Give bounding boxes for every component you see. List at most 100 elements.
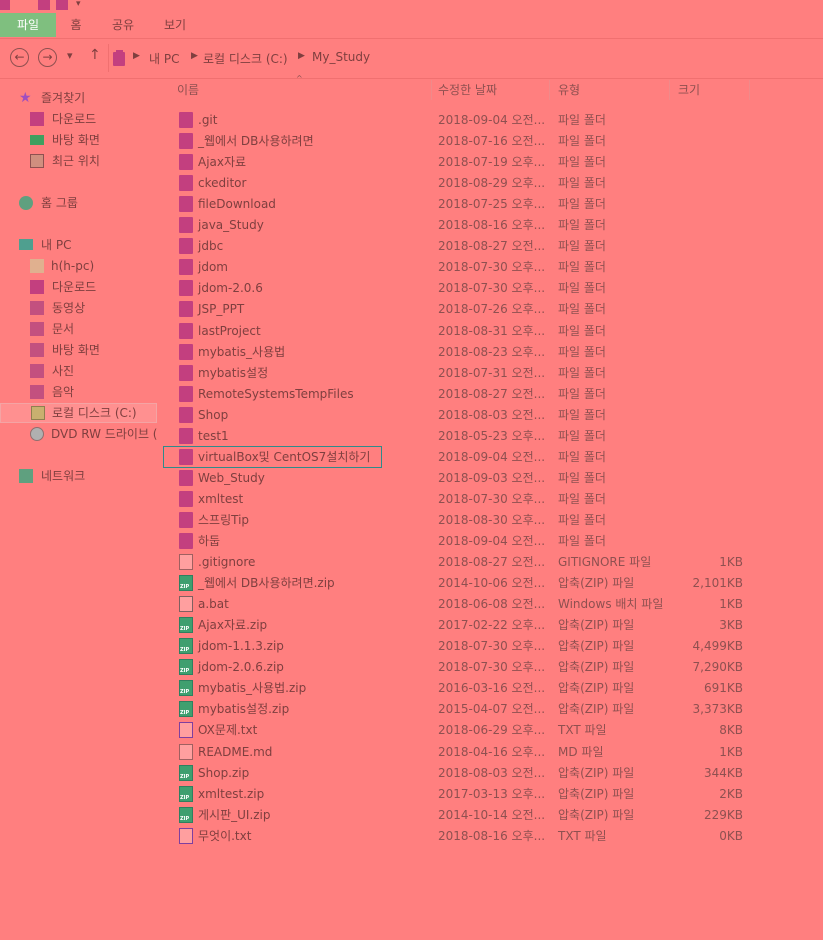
ribbon-tabs: 파일 홈 공유 보기 [0, 12, 823, 39]
folder-row[interactable]: Web_Study 2018-09-03 오전... 파일 폴더 [175, 468, 750, 488]
folder-row[interactable]: lastProject 2018-08-31 오후... 파일 폴더 [175, 321, 750, 341]
column-header-date[interactable]: 수정한 날짜 [436, 80, 550, 100]
file-name[interactable]: .gitignore [198, 552, 255, 572]
file-row[interactable]: _웹에서 DB사용하려면.zip 2014-10-06 오전... 압축(ZIP) … [175, 573, 750, 593]
tab-file[interactable]: 파일 [0, 13, 56, 37]
file-row[interactable]: jdom-2.0.6.zip 2018-07-30 오후... 압축(ZIP) 파일… [175, 657, 750, 677]
file-name[interactable]: jdom-1.1.3.zip [198, 636, 284, 656]
file-name[interactable]: mybatis설정 [198, 363, 268, 383]
folder-row[interactable]: test1 2018-05-23 오후... 파일 폴더 [175, 426, 750, 446]
file-name[interactable]: _웹에서 DB사용하려면.zip [198, 573, 335, 593]
folder-row[interactable]: jdom 2018-07-30 오후... 파일 폴더 [175, 257, 750, 277]
folder-row[interactable]: 하둡 2018-09-04 오전... 파일 폴더 [175, 531, 750, 551]
folder-row[interactable]: ckeditor 2018-08-29 오후... 파일 폴더 [175, 173, 750, 193]
file-name[interactable]: 스프링Tip [198, 510, 249, 530]
file-row[interactable]: 무엇이.txt 2018-08-16 오후... TXT 파일 0KB [175, 826, 750, 846]
file-name[interactable]: JSP_PPT [198, 299, 244, 319]
file-row[interactable]: README.md 2018-04-16 오후... MD 파일 1KB [175, 742, 750, 762]
zip-file-icon [179, 807, 193, 823]
breadcrumb-local-disk[interactable]: 로컬 디스크 (C:) [203, 50, 288, 67]
file-name[interactable]: RemoteSystemsTempFiles [198, 384, 354, 404]
new-folder-icon[interactable] [56, 0, 68, 10]
up-button[interactable]: ↑ [89, 47, 101, 63]
file-row[interactable]: OX문제.txt 2018-06-29 오후... TXT 파일 8KB [175, 720, 750, 740]
file-name[interactable]: _웹에서 DB사용하려면 [198, 131, 314, 151]
folder-row[interactable]: Shop 2018-08-03 오전... 파일 폴더 [175, 405, 750, 425]
file-row[interactable]: mybatis설정.zip 2015-04-07 오전... 압축(ZIP) 파일 3… [175, 699, 750, 719]
address-box[interactable]: ▶ 내 PC ▶ 로컬 디스크 (C:) ▶ My_Study [108, 44, 823, 72]
file-row[interactable]: Ajax자료.zip 2017-02-22 오후... 압축(ZIP) 파일 3KB [175, 615, 750, 635]
file-date: 2018-05-23 오후... [438, 429, 546, 443]
tab-share[interactable]: 공유 [104, 13, 142, 37]
file-name[interactable]: Shop [198, 405, 228, 425]
file-name[interactable]: virtualBox및 CentOS7설치하기 [198, 447, 370, 467]
folder-row[interactable]: jdom-2.0.6 2018-07-30 오후... 파일 폴더 [175, 278, 750, 298]
file-name[interactable]: README.md [198, 742, 272, 762]
file-name[interactable]: 게시판_UI.zip [198, 805, 271, 825]
file-name[interactable]: java_Study [198, 215, 264, 235]
chevron-right-icon[interactable]: ▶ [133, 51, 140, 61]
column-header-size[interactable]: 크기 [676, 80, 750, 100]
zip-file-icon [179, 638, 193, 654]
recent-locations-button[interactable]: ▾ [67, 49, 73, 62]
file-row[interactable]: a.bat 2018-06-08 오전... Windows 배치 파일 1KB [175, 594, 750, 614]
file-name[interactable]: jdom-2.0.6.zip [198, 657, 284, 677]
file-name[interactable]: mybatis_사용법.zip [198, 678, 306, 698]
file-name[interactable]: Web_Study [198, 468, 265, 488]
file-name[interactable]: xmltest [198, 489, 243, 509]
file-name[interactable]: lastProject [198, 321, 261, 341]
file-name[interactable]: jdbc [198, 236, 223, 256]
file-name[interactable]: fileDownload [198, 194, 276, 214]
folder-row[interactable]: mybatis설정 2018-07-31 오전... 파일 폴더 [175, 363, 750, 383]
file-name[interactable]: mybatis_사용법 [198, 342, 285, 362]
desktop-folder-icon [30, 343, 44, 357]
folder-row[interactable]: JSP_PPT 2018-07-26 오후... 파일 폴더 [175, 299, 750, 319]
file-name[interactable]: test1 [198, 426, 229, 446]
tab-view[interactable]: 보기 [156, 13, 194, 37]
folder-row[interactable]: fileDownload 2018-07-25 오후... 파일 폴더 [175, 194, 750, 214]
nav-local-disk[interactable]: 로컬 디스크 (C:) [0, 403, 157, 423]
breadcrumb-this-pc[interactable]: 내 PC [149, 50, 179, 67]
file-name[interactable]: 하둡 [198, 531, 220, 551]
folder-row[interactable]: java_Study 2018-08-16 오후... 파일 폴더 [175, 215, 750, 235]
customize-toolbar-icon[interactable]: ▾ [76, 0, 88, 10]
column-header-name[interactable]: 이름 [175, 80, 432, 100]
chevron-right-icon[interactable]: ▶ [298, 51, 305, 61]
file-name[interactable]: mybatis설정.zip [198, 699, 289, 719]
chevron-right-icon[interactable]: ▶ [191, 51, 198, 61]
file-date: 2018-08-03 오전... [438, 766, 546, 780]
file-name[interactable]: .git [198, 110, 217, 130]
folder-row[interactable]: virtualBox및 CentOS7설치하기 2018-09-04 오전... 파… [163, 446, 606, 468]
forward-button[interactable]: → [38, 48, 57, 67]
file-row[interactable]: jdom-1.1.3.zip 2018-07-30 오후... 압축(ZIP) 파일… [175, 636, 750, 656]
file-name[interactable]: ckeditor [198, 173, 246, 193]
folder-row[interactable]: mybatis_사용법 2018-08-23 오후... 파일 폴더 [175, 342, 750, 362]
file-name[interactable]: Shop.zip [198, 763, 249, 783]
file-name[interactable]: 무엇이.txt [198, 826, 251, 846]
folder-row[interactable]: xmltest 2018-07-30 오후... 파일 폴더 [175, 489, 750, 509]
file-row[interactable]: mybatis_사용법.zip 2016-03-16 오전... 압축(ZIP) 파… [175, 678, 750, 698]
file-name[interactable]: a.bat [198, 594, 229, 614]
folder-row[interactable]: _웹에서 DB사용하려면 2018-07-16 오전... 파일 폴더 [175, 131, 750, 151]
folder-row[interactable]: jdbc 2018-08-27 오전... 파일 폴더 [175, 236, 750, 256]
file-name[interactable]: Ajax자료 [198, 152, 246, 172]
folder-row[interactable]: RemoteSystemsTempFiles 2018-08-27 오전... 파일… [175, 384, 750, 404]
file-row[interactable]: 게시판_UI.zip 2014-10-14 오전... 압축(ZIP) 파일 229K… [175, 805, 750, 825]
file-name[interactable]: jdom [198, 257, 228, 277]
file-row[interactable]: .gitignore 2018-08-27 오전... GITIGNORE 파일 1K… [175, 552, 750, 572]
file-row[interactable]: xmltest.zip 2017-03-13 오후... 압축(ZIP) 파일 2KB [175, 784, 750, 804]
folder-row[interactable]: Ajax자료 2018-07-19 오후... 파일 폴더 [175, 152, 750, 172]
column-header-type[interactable]: 유형 [556, 80, 670, 100]
breadcrumb-my-study[interactable]: My_Study [312, 50, 370, 64]
tab-home[interactable]: 홈 [62, 13, 90, 37]
file-name[interactable]: OX문제.txt [198, 720, 257, 740]
file-name[interactable]: xmltest.zip [198, 784, 264, 804]
properties-icon[interactable] [38, 0, 50, 10]
folder-row[interactable]: 스프링Tip 2018-08-30 오후... 파일 폴더 [175, 510, 750, 530]
folder-row[interactable]: .git 2018-09-04 오전... 파일 폴더 [175, 110, 750, 130]
file-name[interactable]: jdom-2.0.6 [198, 278, 263, 298]
file-row[interactable]: Shop.zip 2018-08-03 오전... 압축(ZIP) 파일 344KB [175, 763, 750, 783]
file-name[interactable]: Ajax자료.zip [198, 615, 267, 635]
back-button[interactable]: ← [10, 48, 29, 67]
nav-dvd-drive[interactable]: DVD RW 드라이브 ( [30, 424, 157, 444]
